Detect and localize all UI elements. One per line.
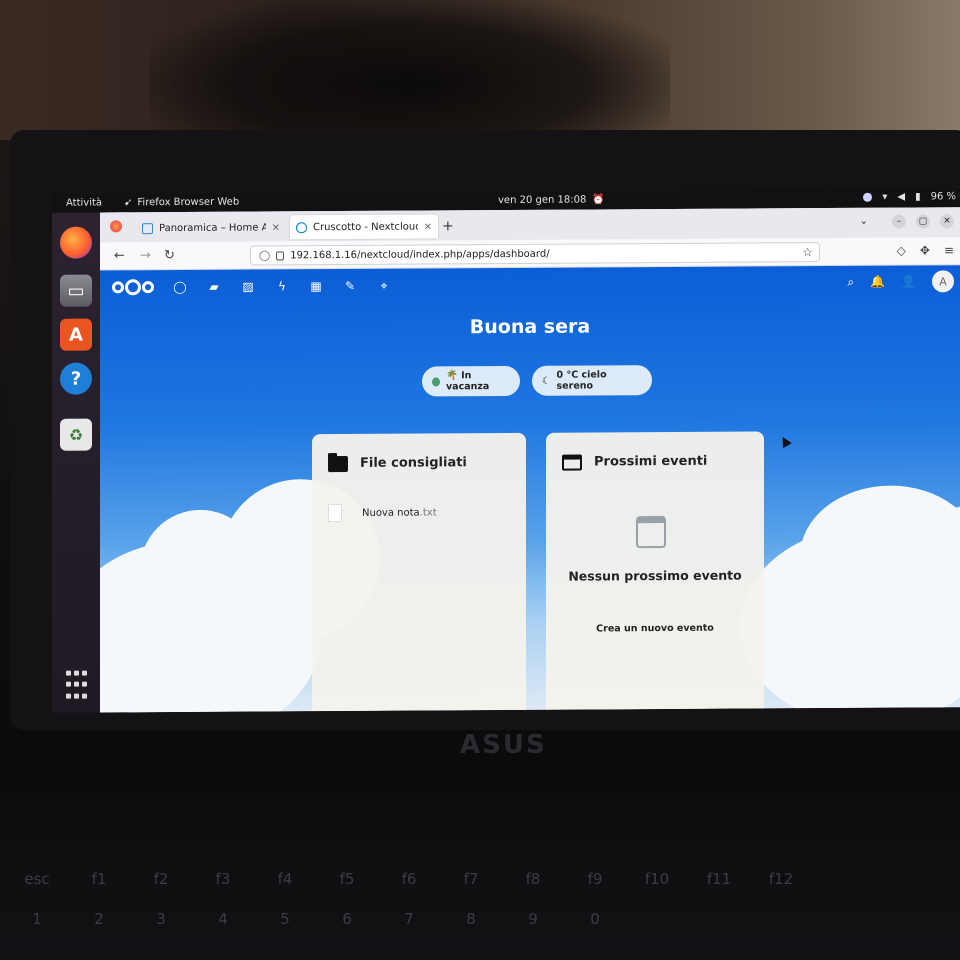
upcoming-events-widget: Prossimi eventi Nessun prossimo evento C…	[546, 431, 764, 713]
wifi-icon: ▾	[882, 191, 888, 203]
keyboard-row: 1234 5678 90	[32, 910, 600, 928]
widget-title: File consigliati	[360, 455, 467, 471]
close-window-icon[interactable]: ✕	[940, 214, 954, 229]
empty-state-title: Nessun prossimo evento	[568, 567, 742, 584]
tab-close-icon[interactable]: ×	[272, 222, 280, 233]
dock: ▭ A ? ♻	[52, 212, 100, 713]
url-text: 192.168.1.16/nextcloud/index.php/apps/da…	[290, 248, 550, 261]
battery-label: 96 %	[930, 191, 956, 203]
laptop-screen: Attività ➹ Firefox Browser Web ven 20 ge…	[52, 189, 960, 713]
app-menu[interactable]: ➹ Firefox Browser Web	[124, 197, 239, 209]
recommended-files-widget: File consigliati Nuova nota.txt	[312, 432, 526, 713]
weather-label: 0 °C cielo sereno	[556, 369, 607, 392]
pocket-icon[interactable]: ◇	[897, 244, 906, 258]
clock[interactable]: ven 20 gen 18:08 ⏰	[498, 194, 605, 206]
avatar[interactable]: A	[932, 270, 954, 293]
menu-icon[interactable]: ≡	[944, 243, 954, 257]
notifications-icon[interactable]: 🔔	[870, 275, 885, 289]
firefox-view-icon[interactable]	[110, 220, 122, 233]
tracking-shield-icon[interactable]: ◯	[259, 250, 270, 261]
nextcloud-header: ◯ ▰ ▨ ϟ ▦ ✎ ⌖ ⌕ 🔔 👤 A	[100, 265, 960, 304]
home-assistant-favicon-icon	[142, 222, 153, 234]
url-bar[interactable]: ◯ 192.168.1.16/nextcloud/index.php/apps/…	[250, 242, 820, 266]
toolbar-right: ◇ ✥ ≡	[897, 243, 954, 257]
calendar-app-icon[interactable]: ▦	[308, 278, 324, 294]
tab-title: Cruscotto - Nextcloud	[313, 221, 418, 233]
weather-button[interactable]: ☾ 0 °C cielo sereno	[532, 365, 652, 396]
software-store-icon[interactable]: A	[60, 318, 92, 351]
calendar-icon	[562, 454, 582, 471]
widget-title: Prossimi eventi	[594, 453, 708, 470]
tab-close-icon[interactable]: ×	[424, 221, 432, 232]
create-event-button[interactable]: Crea un nuovo evento	[586, 618, 724, 641]
activity-app-icon[interactable]: ϟ	[274, 278, 290, 294]
notes-app-icon[interactable]: ✎	[342, 278, 358, 294]
maps-app-icon[interactable]: ⌖	[376, 278, 392, 294]
brand-logo: ASUS	[460, 730, 547, 760]
back-icon[interactable]: ←	[114, 248, 125, 263]
mouse-cursor-icon	[778, 434, 792, 449]
app-navigation: ◯ ▰ ▨ ϟ ▦ ✎ ⌖	[172, 278, 392, 295]
dashboard-icon[interactable]: ◯	[172, 279, 188, 295]
page-title: Buona sera	[469, 315, 591, 339]
new-tab-button[interactable]: +	[442, 218, 454, 234]
list-item[interactable]: Nuova nota.txt	[328, 503, 437, 523]
status-button[interactable]: 🌴 In vacanza	[422, 365, 520, 397]
bookmark-star-icon[interactable]: ☆	[802, 245, 813, 259]
nextcloud-dashboard: ◯ ▰ ▨ ϟ ▦ ✎ ⌖ ⌕ 🔔 👤 A Buona sera 🌴 In va…	[100, 265, 960, 713]
forward-icon[interactable]: →	[140, 248, 151, 263]
search-icon[interactable]: ⌕	[847, 274, 854, 289]
empty-calendar-icon	[636, 516, 666, 549]
battery-icon: ▮	[915, 191, 921, 203]
contacts-icon[interactable]: 👤	[901, 274, 916, 288]
folder-icon	[328, 455, 348, 473]
app-name-label: Firefox Browser Web	[137, 196, 240, 209]
volume-icon: ◀	[897, 191, 906, 203]
alarm-icon: ⏰	[592, 194, 605, 206]
keyboard-row: esc f1 f2 f3 f4 f5 f6 f7 f8 f9 f10 f11 f12	[24, 870, 794, 888]
maximize-icon[interactable]: ▢	[916, 214, 930, 229]
trash-icon[interactable]: ♻	[60, 418, 92, 451]
nextcloud-favicon-icon	[296, 221, 307, 233]
reload-icon[interactable]: ↻	[164, 248, 175, 263]
lock-icon[interactable]	[276, 250, 285, 260]
app-grid-icon[interactable]	[60, 669, 92, 701]
files-icon[interactable]: ▭	[60, 274, 92, 307]
firefox-small-icon: ➹	[124, 197, 133, 209]
list-tabs-icon[interactable]: ⌄	[860, 216, 868, 227]
tab-nextcloud[interactable]: Cruscotto - Nextcloud ×	[290, 214, 438, 240]
window-controls: – ▢ ✕	[892, 214, 954, 229]
cloud-background	[100, 465, 960, 713]
photos-app-icon[interactable]: ▨	[240, 279, 256, 295]
firefox-window: Panoramica – Home Assis × Cruscotto - Ne…	[100, 207, 960, 713]
extensions-icon[interactable]: ✥	[920, 243, 930, 257]
minimize-icon[interactable]: –	[892, 214, 906, 229]
activities-button[interactable]: Attività	[66, 197, 102, 208]
header-right: ⌕ 🔔 👤 A	[847, 270, 954, 293]
tab-title: Panoramica – Home Assis	[159, 221, 266, 234]
status-icon	[432, 376, 440, 386]
text-file-icon	[328, 504, 342, 523]
help-icon[interactable]: ?	[60, 362, 92, 395]
tab-home-assistant[interactable]: Panoramica – Home Assis ×	[136, 215, 286, 240]
keyboard: esc f1 f2 f3 f4 f5 f6 f7 f8 f9 f10 f11 f12 1234 5…	[0, 790, 960, 960]
firefox-icon[interactable]	[60, 226, 92, 259]
moon-icon: ☾	[542, 375, 551, 387]
background-shadow	[150, 0, 670, 140]
status-label: 🌴 In vacanza	[445, 370, 490, 393]
nextcloud-logo[interactable]	[112, 279, 154, 296]
files-app-icon[interactable]: ▰	[206, 279, 222, 295]
dropbox-icon	[863, 192, 873, 202]
clock-label: ven 20 gen 18:08	[498, 194, 587, 207]
file-name: Nuova nota.txt	[362, 506, 437, 519]
system-tray[interactable]: ▾ ◀ ▮ 96 %	[863, 191, 956, 203]
